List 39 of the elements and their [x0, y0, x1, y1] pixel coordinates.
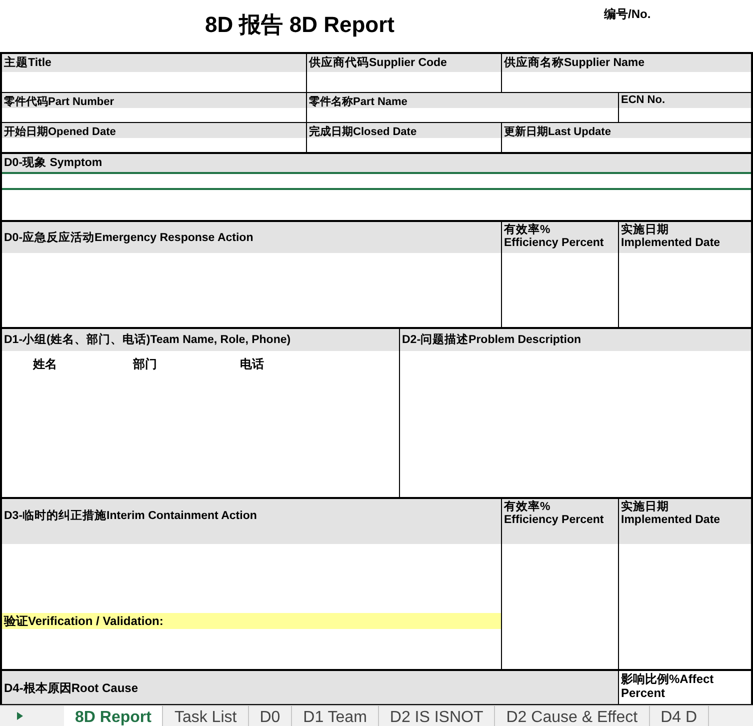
document-number-label: 编号/No. [604, 6, 651, 23]
field-label: 更新日期Last Update [502, 123, 751, 138]
sheet-tab[interactable]: Task List [163, 706, 249, 726]
column-heading: 有效率% [504, 224, 552, 237]
field-label: 零件名称Part Name [307, 93, 618, 108]
field-label: 供应商名称Supplier Name [502, 54, 751, 72]
sheet-tab[interactable]: D1 Team [292, 706, 379, 726]
section-heading: D3-临时的纠正措施Interim Containment Action [2, 499, 501, 544]
column-heading: 影响比例%Affect Percent [620, 671, 715, 700]
section-heading: D4-根本原因Root Cause [3, 680, 140, 697]
column-heading: 实施日期 [621, 224, 670, 237]
field-label: 供应商代码Supplier Code [307, 54, 501, 72]
column-heading: Implemented Date [621, 514, 722, 527]
verification-label: 验证Verification / Validation: [2, 613, 501, 629]
column-heading: 实施日期 [621, 501, 670, 514]
sheet-tab[interactable]: 8D Report [64, 706, 164, 726]
field-label: 主题Title [2, 54, 306, 72]
field-label: 完成日期Closed Date [307, 123, 501, 138]
field-label: ECN No. [619, 93, 751, 108]
section-heading: D0-现象 Symptom [2, 154, 751, 172]
report-title: 8D 报告 8D Report [205, 11, 394, 39]
column-heading: Efficiency Percent [504, 237, 605, 250]
field-label: 零件代码Part Number [2, 93, 306, 108]
column-heading: Implemented Date [621, 237, 722, 250]
column-heading: 部门 [133, 356, 157, 373]
column-heading: 有效率% [504, 501, 552, 514]
column-heading: Efficiency Percent [504, 514, 605, 527]
section-heading: D2-问题描述Problem Description [400, 329, 751, 351]
column-heading: 电话 [240, 356, 264, 373]
sheet-tab[interactable]: D0 [248, 706, 292, 726]
scroll-right-icon[interactable] [16, 711, 24, 721]
field-label: 开始日期Opened Date [2, 123, 306, 138]
selected-cell[interactable] [2, 172, 751, 190]
sheet-tab[interactable]: D2 Cause & Effect [495, 706, 650, 726]
section-heading: D1-小组(姓名、部门、电话)Team Name, Role, Phone) [2, 329, 399, 351]
sheet-tab[interactable]: D2 IS ISNOT [378, 706, 496, 726]
section-heading: D0-应急反应活动Emergency Response Action [2, 222, 501, 253]
sheet-tab[interactable]: D4 D [650, 706, 710, 726]
column-heading: 姓名 [33, 356, 57, 373]
